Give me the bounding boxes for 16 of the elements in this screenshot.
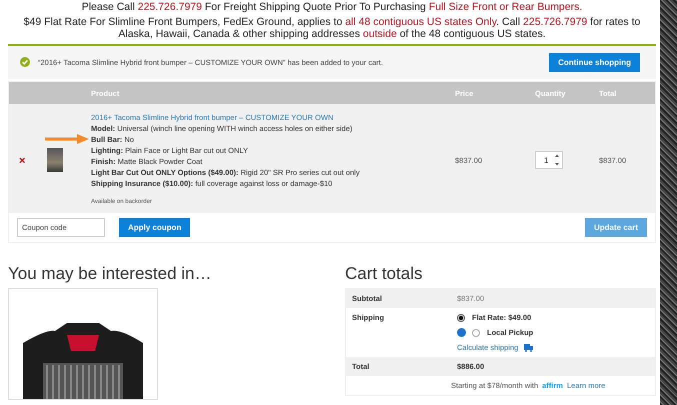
continue-shopping-button[interactable]: Continue shopping — [549, 52, 640, 72]
help-icon[interactable] — [457, 328, 466, 337]
truck-icon — [524, 344, 534, 352]
section-heading: You may be interested in… — [8, 264, 212, 284]
radio-button[interactable] — [457, 314, 465, 322]
section-heading: Cart totals — [345, 264, 424, 284]
product-image[interactable] — [8, 288, 158, 400]
remove-link[interactable]: × — [19, 155, 26, 167]
radio-button[interactable] — [472, 328, 480, 336]
shipping-notice: Please Call 225.726.7979 For Freight Shipping Quote Prior To Purchasing Full Size Front or Rear Bumpers. — [80, 1, 584, 13]
shipping-notice: $49 Flat Rate For Slimline Front Bumpers, FedEx Ground, applies to all 48 contiguous US states Only. Call 225.726.7979 for rates to Alaska, Hawaii, Canada & other shipping addresses outside of the 48 contiguous US states. — [22, 16, 642, 40]
check-circle-icon — [20, 57, 30, 67]
product-thumbnail[interactable] — [47, 148, 63, 172]
spinner-icon — [554, 153, 560, 167]
apply-coupon-button[interactable]: Apply coupon — [119, 218, 190, 237]
quantity-field[interactable]: 1 — [535, 151, 564, 169]
